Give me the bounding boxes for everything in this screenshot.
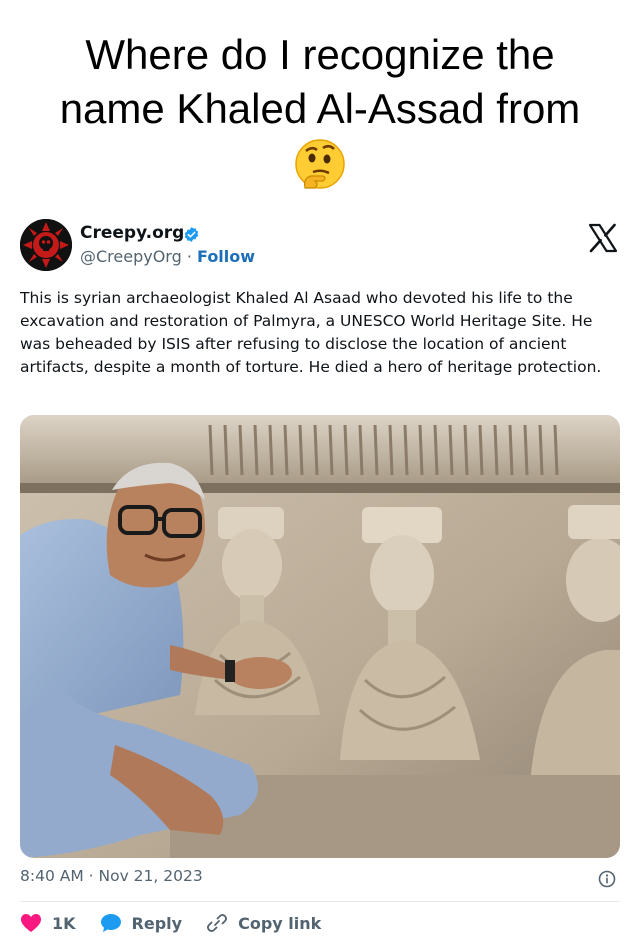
skull-logo-icon xyxy=(20,219,72,271)
tweet-photo[interactable] xyxy=(20,415,620,858)
copy-link-label: Copy link xyxy=(238,913,322,933)
copy-link-button[interactable]: Copy link xyxy=(206,913,321,933)
handle-row: @CreepyOrg · Follow xyxy=(80,247,255,266)
display-name[interactable]: Creepy.org xyxy=(80,223,184,243)
link-icon xyxy=(207,914,228,932)
follow-button[interactable]: Follow xyxy=(197,247,255,266)
handle-separator: · xyxy=(181,247,198,266)
divider xyxy=(20,901,620,902)
heart-icon xyxy=(21,914,41,932)
caption-line-2: name Khaled Al-Assad from xyxy=(59,85,581,132)
tweet-card: Creepy.org @CreepyOrg · Follow This is s… xyxy=(0,205,640,938)
info-icon[interactable] xyxy=(598,870,616,888)
meme-caption: Where do I recognize the name Khaled Al-… xyxy=(0,28,640,136)
avatar[interactable] xyxy=(20,219,72,271)
like-button[interactable]: 1K xyxy=(20,913,76,933)
reply-label: Reply xyxy=(131,913,183,933)
like-count: 1K xyxy=(52,913,76,933)
handle[interactable]: @CreepyOrg xyxy=(80,247,182,266)
archaeologist-relief-photo xyxy=(20,415,620,858)
x-logo-icon[interactable] xyxy=(588,223,618,253)
tweet-timestamp[interactable]: 8:40 AM · Nov 21, 2023 xyxy=(20,867,203,885)
action-bar: 1K Reply Copy link xyxy=(20,911,345,935)
caption-line-1: Where do I recognize the xyxy=(85,31,555,78)
reply-button[interactable]: Reply xyxy=(100,913,183,933)
thinking-face-emoji xyxy=(295,139,345,189)
reply-bubble-icon xyxy=(100,914,121,932)
verified-badge-icon xyxy=(184,227,199,242)
tweet-text: This is syrian archaeologist Khaled Al A… xyxy=(20,289,602,376)
